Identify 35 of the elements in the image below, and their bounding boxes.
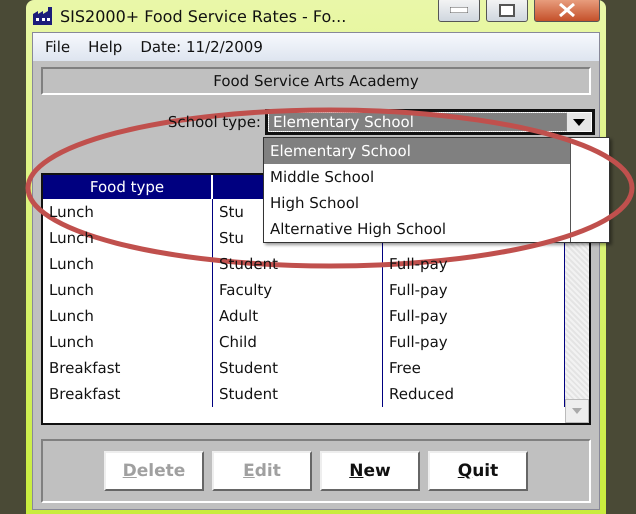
maximize-icon <box>499 4 515 16</box>
menu-item[interactable]: Help <box>88 38 122 56</box>
column-header[interactable]: Food type <box>43 175 213 199</box>
building-icon <box>32 6 54 26</box>
table-cell: Lunch <box>43 277 213 303</box>
table-cell: Lunch <box>43 199 213 225</box>
action-button[interactable]: New <box>320 451 420 491</box>
caret-down-icon <box>573 118 585 126</box>
window-title: SIS2000+ Food Service Rates - Fo... <box>60 6 348 26</box>
minimize-button[interactable] <box>438 0 480 22</box>
table-cell: Adult <box>213 303 383 329</box>
dropdown-option[interactable]: Elementary School <box>264 138 571 164</box>
table-cell: Breakfast <box>43 381 213 407</box>
dropdown-option[interactable]: Alternative High School <box>264 216 571 242</box>
dropdown-button[interactable] <box>566 113 591 131</box>
minimize-icon <box>450 7 468 13</box>
maximize-button[interactable] <box>486 0 528 22</box>
dropdown-option[interactable]: Middle School <box>264 164 571 190</box>
close-button[interactable] <box>534 0 600 22</box>
table-cell: Lunch <box>43 303 213 329</box>
table-cell: Faculty <box>213 277 383 303</box>
table-cell: Child <box>213 329 383 355</box>
table-cell: Breakfast <box>43 355 213 381</box>
table-cell: Student <box>213 355 383 381</box>
date-label: Date: 11/2/2009 <box>140 38 263 56</box>
table-cell: Lunch <box>43 225 213 251</box>
school-name-label: Food Service Arts Academy <box>41 67 591 95</box>
table-cell: Lunch <box>43 251 213 277</box>
close-icon <box>558 3 576 17</box>
action-button[interactable]: Quit <box>428 451 528 491</box>
table-cell: Lunch <box>43 329 213 355</box>
table-cell: Student <box>213 381 383 407</box>
menu-item[interactable]: File <box>45 38 70 56</box>
caret-down-icon <box>572 408 582 414</box>
dropdown-option[interactable]: High School <box>264 190 571 216</box>
